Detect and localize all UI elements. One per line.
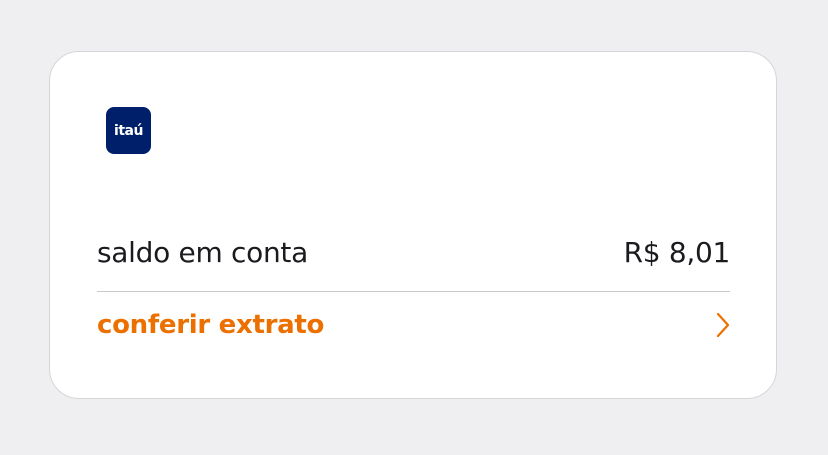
- account-card: itaú saldo em conta R$ 8,01 conferir ext…: [49, 51, 777, 399]
- view-statement-link[interactable]: conferir extrato: [97, 305, 732, 345]
- divider: [97, 291, 730, 292]
- balance-label: saldo em conta: [97, 235, 308, 269]
- logo-text: itaú: [114, 123, 143, 139]
- balance-row: saldo em conta R$ 8,01: [97, 232, 730, 272]
- view-statement-label: conferir extrato: [97, 310, 325, 340]
- chevron-right-icon: [714, 311, 732, 339]
- balance-value: R$ 8,01: [623, 235, 731, 269]
- itau-logo: itaú: [106, 107, 151, 154]
